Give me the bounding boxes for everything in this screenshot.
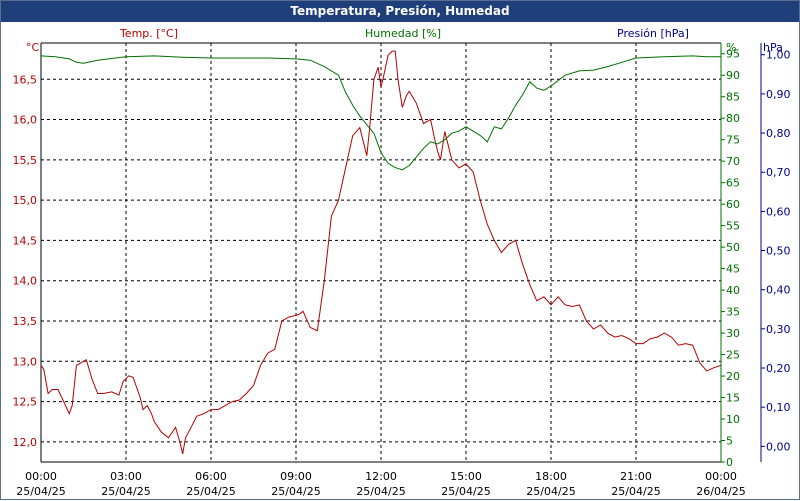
legend-humidity: Humedad [%] bbox=[365, 27, 441, 40]
humidity-tick-label: 80 bbox=[726, 112, 740, 125]
x-tick-label-time: 21:00 bbox=[620, 470, 652, 483]
humidity-tick-label: 0 bbox=[726, 456, 733, 469]
humidity-unit-label: % bbox=[726, 41, 736, 54]
x-tick-label-time: 03:00 bbox=[110, 470, 142, 483]
temp-tick-label: 13,5 bbox=[13, 315, 38, 328]
x-tick-label-date: 25/04/25 bbox=[101, 485, 150, 498]
humidity-series-line bbox=[40, 55, 721, 171]
x-tick-label-date: 25/04/25 bbox=[186, 485, 235, 498]
x-tick-label-date: 25/04/25 bbox=[441, 485, 490, 498]
chart-area: 00:00 25/04/25 03:00 25/04/25 06:00 25/04/25 0… bbox=[13, 27, 791, 498]
legend-temp: Temp. [°C] bbox=[119, 27, 178, 40]
pressure-tick-label: 0,00 bbox=[766, 440, 791, 453]
pressure-tick-label: 0,60 bbox=[766, 205, 791, 218]
temp-tick-label: 15,5 bbox=[13, 154, 38, 167]
pressure-unit-label: hPa bbox=[763, 41, 783, 54]
pressure-tick-label: 0,80 bbox=[766, 127, 791, 140]
x-tick-label-time: 09:00 bbox=[280, 470, 312, 483]
humidity-tick-label: 75 bbox=[726, 134, 740, 147]
humidity-tick-label: 70 bbox=[726, 155, 740, 168]
humidity-tick-label: 65 bbox=[726, 177, 740, 190]
temp-tick-label: 12,0 bbox=[13, 436, 38, 449]
humidity-tick-label: 5 bbox=[726, 435, 733, 448]
pressure-tick-label: 0,10 bbox=[766, 401, 791, 414]
x-tick-label-time: 06:00 bbox=[195, 470, 227, 483]
temp-tick-label: 13,0 bbox=[13, 355, 38, 368]
humidity-tick-label: 25 bbox=[726, 349, 740, 362]
chart-window: Temperatura, Presión, Humedad 00:00 25/04… bbox=[0, 0, 800, 500]
x-tick-label-time: 00:00 bbox=[25, 470, 57, 483]
humidity-tick-label: 55 bbox=[726, 220, 740, 233]
humidity-tick-label: 30 bbox=[726, 327, 740, 340]
x-tick-label-date: 26/04/25 bbox=[696, 485, 745, 498]
x-tick-label-date: 25/04/25 bbox=[356, 485, 405, 498]
temp-tick-label: 14,0 bbox=[13, 275, 38, 288]
temp-tick-label: 14,5 bbox=[13, 234, 38, 247]
pressure-tick-label: 0,40 bbox=[766, 284, 791, 297]
humidity-tick-label: 90 bbox=[726, 69, 740, 82]
temp-tick-label: 12,5 bbox=[13, 396, 38, 409]
pressure-tick-label: 0,20 bbox=[766, 362, 791, 375]
pressure-tick-label: 0,70 bbox=[766, 166, 791, 179]
humidity-tick-label: 20 bbox=[726, 370, 740, 383]
grid-layer bbox=[40, 43, 722, 462]
humidity-tick-label: 35 bbox=[726, 306, 740, 319]
x-tick-label-time: 18:00 bbox=[535, 470, 567, 483]
humidity-tick-label: 85 bbox=[726, 91, 740, 104]
x-tick-label-time: 00:00 bbox=[705, 470, 737, 483]
humidity-tick-label: 45 bbox=[726, 263, 740, 276]
pressure-tick-label: 0,30 bbox=[766, 323, 791, 336]
humidity-tick-label: 50 bbox=[726, 241, 740, 254]
temp-unit-label: °C bbox=[26, 41, 40, 54]
x-tick-label-date: 25/04/25 bbox=[526, 485, 575, 498]
humidity-tick-label: 60 bbox=[726, 198, 740, 211]
humidity-tick-label: 40 bbox=[726, 284, 740, 297]
x-tick-label-date: 25/04/25 bbox=[16, 485, 65, 498]
x-tick-label-date: 25/04/25 bbox=[611, 485, 660, 498]
temp-tick-label: 16,5 bbox=[13, 73, 38, 86]
humidity-tick-label: 10 bbox=[726, 413, 740, 426]
pressure-tick-label: 0,50 bbox=[766, 245, 791, 258]
legend-pressure: Presión [hPa] bbox=[617, 27, 689, 40]
humidity-tick-label: 15 bbox=[726, 392, 740, 405]
temp-tick-label: 16,0 bbox=[13, 114, 38, 127]
pressure-tick-label: 0,90 bbox=[766, 88, 791, 101]
label-layer: 00:00 25/04/25 03:00 25/04/25 06:00 25/04/25 0… bbox=[13, 27, 791, 498]
x-tick-label-date: 25/04/25 bbox=[271, 485, 320, 498]
temp-tick-label: 15,0 bbox=[13, 194, 38, 207]
x-tick-label-time: 12:00 bbox=[365, 470, 397, 483]
x-tick-label-time: 15:00 bbox=[450, 470, 482, 483]
